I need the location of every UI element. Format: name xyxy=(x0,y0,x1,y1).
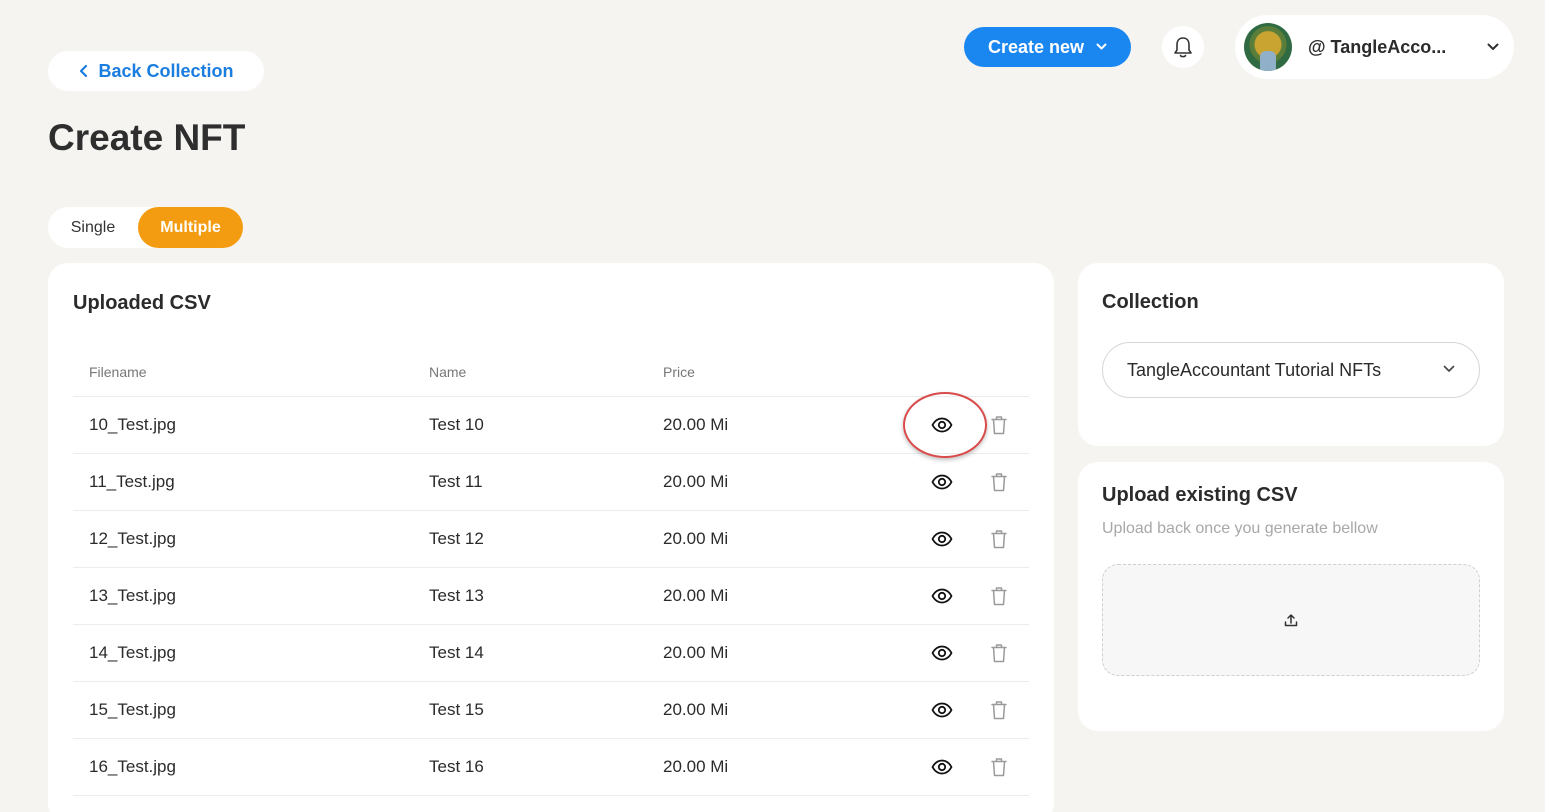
cell-name: Test 14 xyxy=(429,643,484,662)
cell-filename: 10_Test.jpg xyxy=(89,415,176,434)
cell-price: 20.00 Mi xyxy=(663,757,729,776)
cell-filename: 12_Test.jpg xyxy=(89,529,176,548)
row-actions xyxy=(930,755,1011,779)
row-actions xyxy=(930,698,1011,722)
create-new-button[interactable]: Create new xyxy=(964,27,1131,67)
eye-icon[interactable] xyxy=(930,641,954,665)
csv-dropzone[interactable] xyxy=(1102,564,1480,676)
cell-price: 20.00 Mi xyxy=(663,472,729,491)
cell-price: 20.00 Mi xyxy=(663,586,729,605)
cell-name: Test 12 xyxy=(429,529,484,548)
eye-icon[interactable] xyxy=(930,584,954,608)
collection-card: Collection TangleAccountant Tutorial NFT… xyxy=(1078,263,1504,446)
trash-icon[interactable] xyxy=(987,584,1011,608)
table-row: 10_Test.jpg Test 10 20.00 Mi xyxy=(73,397,1029,454)
back-collection-button[interactable]: Back Collection xyxy=(48,51,264,91)
upload-csv-title: Upload existing CSV xyxy=(1102,484,1298,506)
collection-title: Collection xyxy=(1102,291,1199,313)
account-menu[interactable]: @ TangleAcco... xyxy=(1235,15,1514,79)
trash-icon[interactable] xyxy=(987,470,1011,494)
table-row: 16_Test.jpg Test 16 20.00 Mi xyxy=(73,739,1029,796)
collection-select[interactable]: TangleAccountant Tutorial NFTs xyxy=(1102,342,1480,398)
cell-filename: 14_Test.jpg xyxy=(89,643,176,662)
upload-icon xyxy=(1284,614,1298,627)
cell-price: 20.00 Mi xyxy=(663,529,729,548)
cell-name: Test 13 xyxy=(429,586,484,605)
cell-name: Test 16 xyxy=(429,757,484,776)
cell-filename: 15_Test.jpg xyxy=(89,700,176,719)
mode-toggle: Single Multiple xyxy=(48,207,243,248)
upload-csv-subtitle: Upload back once you generate bellow xyxy=(1102,520,1378,537)
eye-icon[interactable] xyxy=(930,698,954,722)
uploaded-csv-card: Uploaded CSV Filename Name Price 10_Test… xyxy=(48,263,1054,812)
notifications-button[interactable] xyxy=(1162,26,1204,68)
highlight-annotation xyxy=(903,392,987,458)
eye-icon[interactable] xyxy=(930,527,954,551)
page-title: Create NFT xyxy=(48,117,246,158)
upload-csv-card: Upload existing CSV Upload back once you… xyxy=(1078,462,1504,731)
table-row: 15_Test.jpg Test 15 20.00 Mi xyxy=(73,682,1029,739)
chevron-left-icon xyxy=(80,64,88,78)
trash-icon[interactable] xyxy=(987,755,1011,779)
trash-icon[interactable] xyxy=(987,698,1011,722)
trash-icon[interactable] xyxy=(987,527,1011,551)
cell-price: 20.00 Mi xyxy=(663,643,729,662)
table-row: 14_Test.jpg Test 14 20.00 Mi xyxy=(73,625,1029,682)
avatar xyxy=(1244,23,1292,71)
uploaded-csv-title: Uploaded CSV xyxy=(73,292,211,314)
table-header: Filename Name Price xyxy=(73,347,1029,397)
chevron-down-icon xyxy=(1487,43,1499,50)
trash-icon[interactable] xyxy=(987,413,1011,437)
row-actions xyxy=(930,527,1011,551)
chevron-down-icon xyxy=(1096,43,1107,50)
cell-price: 20.00 Mi xyxy=(663,415,729,434)
create-new-label: Create new xyxy=(987,36,1085,57)
row-actions xyxy=(930,641,1011,665)
cell-price: 20.00 Mi xyxy=(663,700,729,719)
column-price: Price xyxy=(663,363,695,380)
csv-table: Filename Name Price 10_Test.jpg Test 10 20… xyxy=(73,347,1029,796)
cell-filename: 16_Test.jpg xyxy=(89,757,176,776)
table-row: 12_Test.jpg Test 12 20.00 Mi xyxy=(73,511,1029,568)
table-row: 11_Test.jpg Test 11 20.00 Mi xyxy=(73,454,1029,511)
cell-filename: 11_Test.jpg xyxy=(89,472,175,491)
eye-icon[interactable] xyxy=(930,470,954,494)
row-actions xyxy=(930,470,1011,494)
account-handle: @ TangleAcco... xyxy=(1308,36,1447,57)
row-actions xyxy=(930,584,1011,608)
table-row: 13_Test.jpg Test 13 20.00 Mi xyxy=(73,568,1029,625)
collection-selected-value: TangleAccountant Tutorial NFTs xyxy=(1127,359,1382,380)
back-collection-label: Back Collection xyxy=(98,60,234,81)
eye-icon[interactable] xyxy=(930,755,954,779)
cell-filename: 13_Test.jpg xyxy=(89,586,176,605)
mode-single-tab[interactable]: Single xyxy=(48,207,138,248)
trash-icon[interactable] xyxy=(987,641,1011,665)
bell-icon xyxy=(1174,37,1192,58)
cell-name: Test 15 xyxy=(429,700,484,719)
mode-multiple-tab[interactable]: Multiple xyxy=(138,207,243,248)
chevron-down-icon xyxy=(1443,365,1455,372)
cell-name: Test 11 xyxy=(429,472,483,491)
column-filename: Filename xyxy=(89,363,147,380)
column-name: Name xyxy=(429,363,467,380)
cell-name: Test 10 xyxy=(429,415,484,434)
